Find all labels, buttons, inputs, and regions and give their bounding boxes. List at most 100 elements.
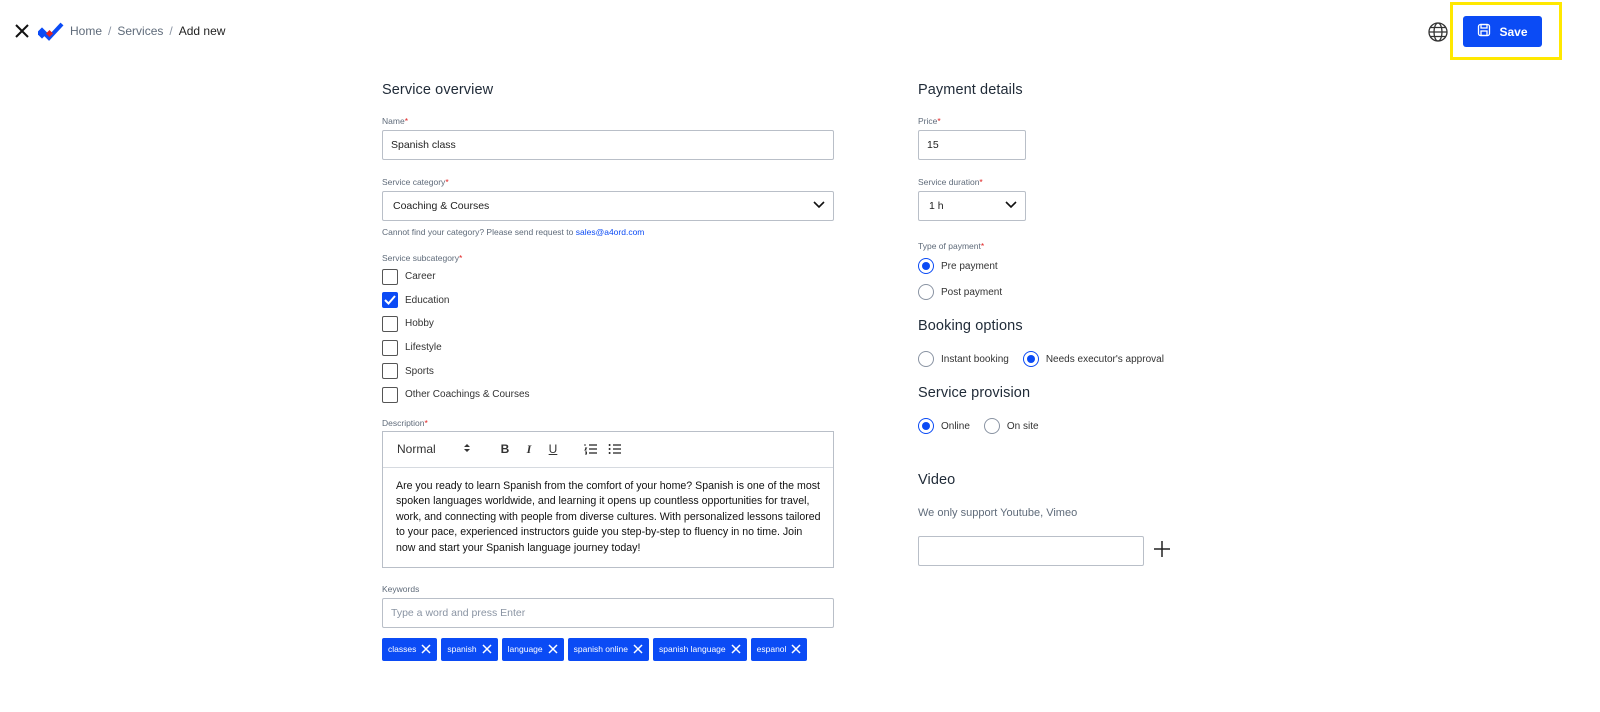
keyword-tag: spanish online — [567, 637, 649, 661]
online-option[interactable]: Online — [918, 418, 970, 434]
checkbox-checked[interactable] — [382, 292, 398, 309]
keyword-tag-label: spanish online — [573, 644, 628, 655]
text-style-select[interactable]: Normal — [397, 442, 471, 456]
remove-tag-icon[interactable] — [548, 644, 558, 654]
remove-tag-icon[interactable] — [633, 644, 643, 654]
instant-booking-radio[interactable] — [918, 351, 934, 367]
subcategory-item[interactable]: Sports — [382, 359, 834, 383]
checkbox[interactable] — [382, 386, 398, 403]
on-site-option[interactable]: On site — [983, 418, 1039, 434]
name-label: Name* — [382, 116, 408, 126]
keyword-tag-label: espanol — [756, 644, 787, 655]
subcategory-item[interactable]: Other Coachings & Courses — [382, 383, 834, 407]
sales-email-link[interactable]: sales@a4ord.com — [576, 227, 645, 237]
keyword-tag: spanish language — [653, 637, 747, 661]
executor-approval-option[interactable]: Needs executor's approval — [1022, 351, 1164, 367]
bold-icon[interactable]: B — [497, 441, 513, 457]
keywords-input[interactable]: Type a word and press Enter — [382, 597, 834, 628]
service-overview-panel: Service overview Name* Spanish class Ser… — [382, 82, 834, 661]
subcategory-label: Other Coachings & Courses — [405, 389, 530, 401]
subcategory-label: Lifestyle — [405, 342, 442, 354]
top-bar: Home / Services / Add new Save — [0, 0, 1600, 64]
breadcrumb-separator: / — [169, 24, 173, 38]
breadcrumb: Home / Services / Add new — [70, 24, 225, 38]
post-payment-label: Post payment — [941, 286, 1003, 298]
checkbox[interactable] — [382, 339, 398, 356]
category-hint: Cannot find your category? Please send r… — [382, 227, 834, 237]
payment-type-label: Type of payment* — [918, 241, 985, 251]
keyword-tag: language — [501, 637, 564, 661]
breadcrumb-separator: / — [108, 24, 112, 38]
keyword-tag-label: spanish language — [659, 644, 726, 655]
service-category-label: Service category* — [382, 177, 449, 187]
text-style-value: Normal — [397, 442, 436, 457]
breadcrumb-services[interactable]: Services — [117, 24, 163, 38]
breadcrumb-home[interactable]: Home — [70, 24, 102, 38]
subcategory-item[interactable]: Education — [382, 289, 834, 313]
breadcrumb-current: Add new — [178, 24, 226, 38]
keywords-label: Keywords — [382, 583, 420, 594]
keyword-tag: classes — [382, 637, 438, 661]
service-category-select[interactable]: Coaching & Courses — [382, 191, 834, 221]
remove-tag-icon[interactable] — [731, 644, 741, 654]
checkbox[interactable] — [382, 268, 398, 285]
video-row — [918, 536, 1218, 566]
executor-approval-radio[interactable] — [1022, 351, 1039, 367]
ordered-list-icon[interactable] — [583, 441, 599, 457]
instant-booking-label: Instant booking — [941, 353, 1009, 365]
bullet-list-icon[interactable] — [607, 441, 623, 457]
chevron-down-icon — [813, 200, 825, 212]
subcategory-label: Education — [405, 294, 450, 306]
instant-booking-option[interactable]: Instant booking — [918, 351, 1009, 367]
close-icon[interactable] — [14, 23, 30, 39]
subcategory-item[interactable]: Lifestyle — [382, 336, 834, 360]
italic-icon[interactable]: I — [521, 441, 537, 457]
payment-panel: Payment details Price* 15 Service durati… — [918, 82, 1218, 566]
checkbox[interactable] — [382, 363, 398, 380]
subcategory-item[interactable]: Hobby — [382, 312, 834, 336]
video-hint: We only support Youtube, Vimeo — [918, 507, 1078, 519]
description-editor: Normal B I U Are you ready to learn Span… — [382, 430, 834, 568]
remove-tag-icon[interactable] — [421, 644, 431, 654]
save-button[interactable]: Save — [1463, 16, 1542, 47]
plus-icon[interactable] — [1152, 539, 1172, 564]
subcategory-label: Hobby — [405, 318, 434, 330]
service-overview-title: Service overview — [382, 82, 494, 98]
on-site-radio[interactable] — [983, 418, 1000, 434]
subcategory-label: Career — [405, 271, 436, 283]
underline-icon[interactable]: U — [545, 441, 561, 457]
online-radio[interactable] — [918, 418, 934, 434]
remove-tag-icon[interactable] — [791, 644, 801, 654]
on-site-label: On site — [1006, 420, 1039, 432]
save-button-label: Save — [1499, 24, 1528, 39]
description-label: Description* — [382, 417, 428, 428]
pre-payment-option[interactable]: Pre payment — [918, 253, 1218, 279]
name-input[interactable]: Spanish class — [382, 130, 834, 160]
remove-tag-icon[interactable] — [482, 644, 492, 654]
checkbox[interactable] — [382, 315, 398, 332]
globe-icon[interactable] — [1427, 21, 1449, 43]
service-duration-value: 1 h — [929, 200, 944, 212]
booking-options-group: Instant booking Needs executor's approva… — [918, 351, 1218, 367]
service-duration-label: Service duration* — [918, 177, 983, 187]
description-text[interactable]: Are you ready to learn Spanish from the … — [383, 468, 833, 567]
service-category-value: Coaching & Courses — [393, 200, 490, 212]
post-payment-radio[interactable] — [918, 284, 934, 300]
keyword-tag-label: classes — [388, 644, 417, 655]
subcategory-label: Sports — [405, 365, 434, 377]
price-input[interactable]: 15 — [918, 130, 1026, 160]
service-duration-select[interactable]: 1 h — [918, 191, 1026, 221]
keyword-tags: classes spanish language spanish online span… — [382, 637, 834, 661]
category-hint-text: Cannot find your category? Please send r… — [382, 227, 574, 237]
keyword-tag-label: language — [507, 644, 543, 655]
subcategory-item[interactable]: Career — [382, 265, 834, 289]
video-url-input[interactable] — [918, 536, 1144, 566]
price-label: Price* — [918, 116, 941, 126]
keyword-tag: espanol — [750, 637, 808, 661]
payment-details-title: Payment details — [918, 82, 1023, 98]
online-label: Online — [941, 420, 970, 432]
post-payment-option[interactable]: Post payment — [918, 279, 1218, 305]
keyword-tag-label: spanish — [447, 644, 477, 655]
pre-payment-radio[interactable] — [918, 258, 934, 274]
service-provision-title: Service provision — [918, 385, 1031, 401]
